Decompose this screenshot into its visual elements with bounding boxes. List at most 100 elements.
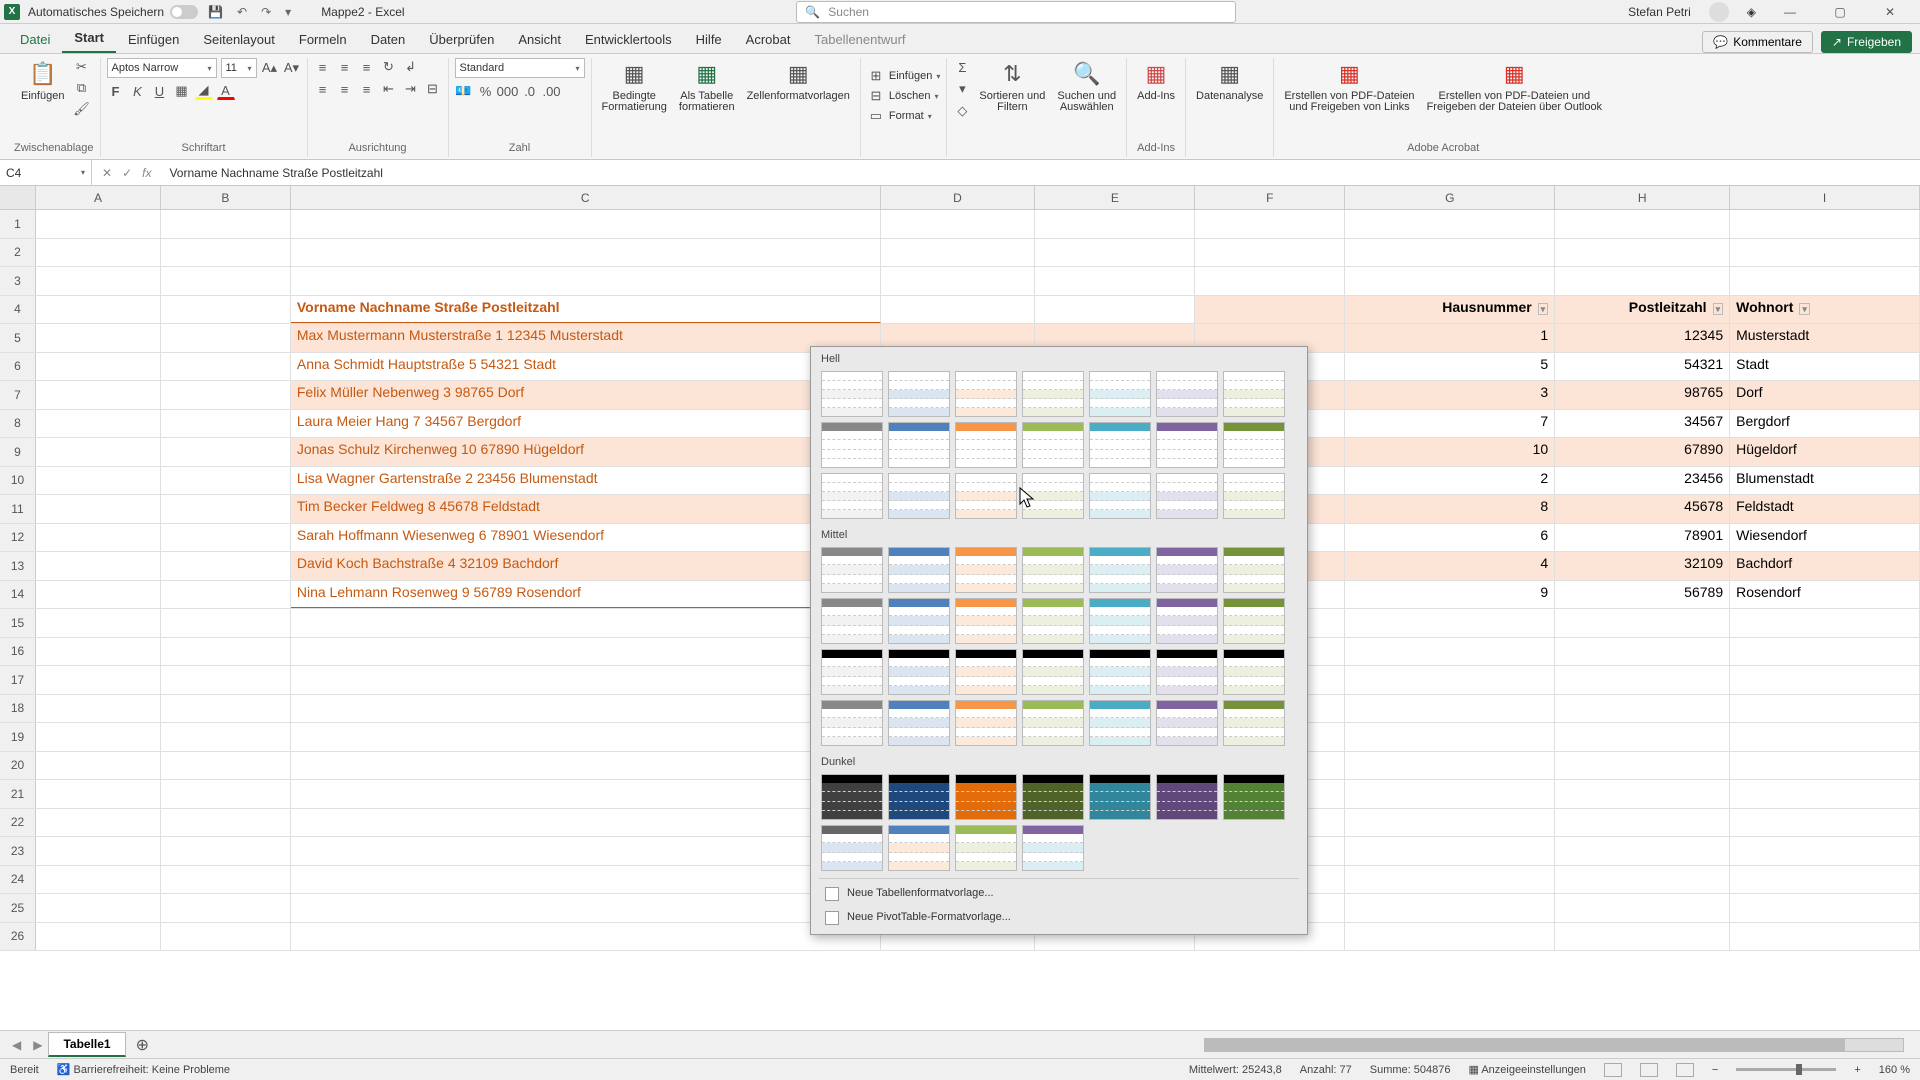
clear-icon[interactable]: ◇ <box>953 102 971 120</box>
col-header-I[interactable]: I <box>1730 186 1920 209</box>
cell-A21[interactable] <box>36 780 161 808</box>
cell-E4[interactable] <box>1035 296 1195 324</box>
cell-C5[interactable]: Max Mustermann Musterstraße 1 12345 Must… <box>291 324 881 352</box>
cell-E1[interactable] <box>1035 210 1195 238</box>
cell-C1[interactable] <box>291 210 881 238</box>
horizontal-scrollbar[interactable] <box>159 1038 1914 1052</box>
cell-C22[interactable] <box>291 809 881 837</box>
row-header-4[interactable]: 4 <box>0 296 36 324</box>
cell-H9[interactable]: 67890 <box>1555 438 1730 466</box>
tab-help[interactable]: Hilfe <box>684 26 734 53</box>
table-style-swatch[interactable] <box>888 700 950 746</box>
table-style-swatch[interactable] <box>888 547 950 593</box>
search-box[interactable]: 🔍 Suchen <box>796 1 1236 23</box>
table-style-swatch[interactable] <box>955 774 1017 820</box>
table-style-swatch[interactable] <box>955 371 1017 417</box>
number-format-select[interactable]: Standard▾ <box>455 58 585 78</box>
tab-acrobat[interactable]: Acrobat <box>734 26 803 53</box>
cell-B25[interactable] <box>161 894 291 922</box>
cell-C25[interactable] <box>291 894 881 922</box>
table-style-swatch[interactable] <box>1022 547 1084 593</box>
tab-view[interactable]: Ansicht <box>506 26 573 53</box>
cell-B2[interactable] <box>161 239 291 267</box>
undo-icon[interactable]: ↶ <box>237 5 247 19</box>
cut-icon[interactable]: ✂ <box>72 58 90 76</box>
cell-B16[interactable] <box>161 638 291 666</box>
cell-A16[interactable] <box>36 638 161 666</box>
row-header-12[interactable]: 12 <box>0 524 36 552</box>
table-style-swatch[interactable] <box>1089 700 1151 746</box>
row-header-5[interactable]: 5 <box>0 324 36 352</box>
addins-button[interactable]: ▦Add-Ins <box>1133 58 1179 104</box>
cell-H5[interactable]: 12345 <box>1555 324 1730 352</box>
table-style-swatch[interactable] <box>1223 649 1285 695</box>
cell-H19[interactable] <box>1555 723 1730 751</box>
cell-C24[interactable] <box>291 866 881 894</box>
table-style-swatch[interactable] <box>821 825 883 871</box>
fill-color-button[interactable]: ◢ <box>195 82 213 100</box>
cell-B18[interactable] <box>161 695 291 723</box>
cell-A15[interactable] <box>36 609 161 637</box>
cell-D3[interactable] <box>881 267 1036 295</box>
cell-I3[interactable] <box>1730 267 1920 295</box>
paste-button[interactable]: 📋Einfügen <box>17 58 68 104</box>
cell-H7[interactable]: 98765 <box>1555 381 1730 409</box>
cell-G16[interactable] <box>1345 638 1555 666</box>
cells-delete-button[interactable]: ⊟Löschen▾ <box>867 87 939 105</box>
table-style-swatch[interactable] <box>821 547 883 593</box>
cell-styles-button[interactable]: ▦Zellenformatvorlagen <box>743 58 854 104</box>
align-bot-icon[interactable]: ≡ <box>358 58 376 76</box>
cell-E3[interactable] <box>1035 267 1195 295</box>
col-header-G[interactable]: G <box>1345 186 1555 209</box>
cell-G25[interactable] <box>1345 894 1555 922</box>
cell-C4[interactable]: Vorname Nachname Straße Postleitzahl <box>291 296 881 324</box>
font-size-select[interactable]: 11▾ <box>221 58 257 78</box>
cell-H18[interactable] <box>1555 695 1730 723</box>
tab-layout[interactable]: Seitenlayout <box>191 26 287 53</box>
cell-I9[interactable]: Hügeldorf <box>1730 438 1920 466</box>
cell-A22[interactable] <box>36 809 161 837</box>
save-icon[interactable]: 💾 <box>208 5 223 19</box>
cell-H20[interactable] <box>1555 752 1730 780</box>
table-style-swatch[interactable] <box>955 598 1017 644</box>
view-normal-button[interactable] <box>1604 1063 1622 1077</box>
minimize-button[interactable]: — <box>1774 5 1806 19</box>
cell-B20[interactable] <box>161 752 291 780</box>
indent-dec-icon[interactable]: ⇤ <box>380 80 398 98</box>
table-style-swatch[interactable] <box>1156 649 1218 695</box>
cell-C21[interactable] <box>291 780 881 808</box>
fx-icon[interactable]: fx <box>142 166 151 180</box>
cell-B12[interactable] <box>161 524 291 552</box>
tab-insert[interactable]: Einfügen <box>116 26 191 53</box>
fill-down-icon[interactable]: ▾ <box>953 80 971 98</box>
table-style-swatch[interactable] <box>1156 598 1218 644</box>
cell-G2[interactable] <box>1345 239 1555 267</box>
align-center-icon[interactable]: ≡ <box>336 80 354 98</box>
cell-I25[interactable] <box>1730 894 1920 922</box>
cell-A19[interactable] <box>36 723 161 751</box>
cell-I7[interactable]: Dorf <box>1730 381 1920 409</box>
sheet-prev-icon[interactable]: ◀ <box>6 1038 27 1052</box>
cell-I1[interactable] <box>1730 210 1920 238</box>
col-header-H[interactable]: H <box>1555 186 1730 209</box>
cell-I6[interactable]: Stadt <box>1730 353 1920 381</box>
row-header-14[interactable]: 14 <box>0 581 36 609</box>
table-style-swatch[interactable] <box>955 700 1017 746</box>
cell-I15[interactable] <box>1730 609 1920 637</box>
cell-H25[interactable] <box>1555 894 1730 922</box>
accessibility-status[interactable]: ♿ Barrierefreiheit: Keine Probleme <box>57 1063 230 1076</box>
cell-H3[interactable] <box>1555 267 1730 295</box>
cell-B9[interactable] <box>161 438 291 466</box>
cell-G18[interactable] <box>1345 695 1555 723</box>
cond-format-button[interactable]: ▦Bedingte Formatierung <box>598 58 671 115</box>
table-style-swatch[interactable] <box>821 774 883 820</box>
row-header-20[interactable]: 20 <box>0 752 36 780</box>
table-style-swatch[interactable] <box>888 422 950 468</box>
table-style-swatch[interactable] <box>821 371 883 417</box>
cell-C7[interactable]: Felix Müller Nebenweg 3 98765 Dorf <box>291 381 881 409</box>
cell-C6[interactable]: Anna Schmidt Hauptstraße 5 54321 Stadt <box>291 353 881 381</box>
row-header-23[interactable]: 23 <box>0 837 36 865</box>
diamond-icon[interactable]: ◈ <box>1747 5 1756 19</box>
cell-I26[interactable] <box>1730 923 1920 951</box>
table-style-swatch[interactable] <box>955 547 1017 593</box>
